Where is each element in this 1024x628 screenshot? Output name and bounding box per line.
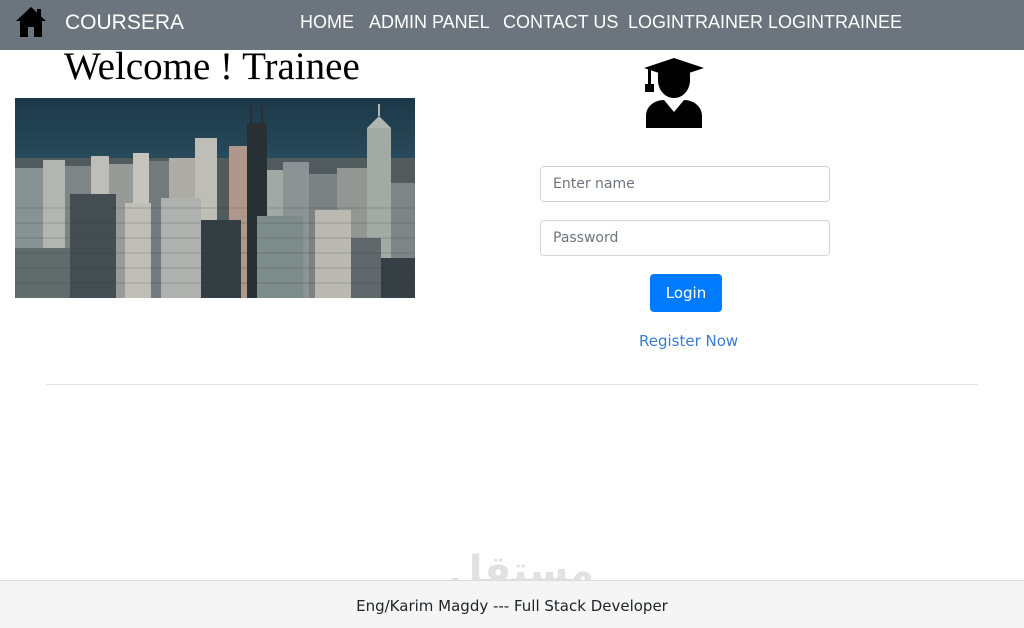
nav-home[interactable]: HOME [300,12,354,33]
footer: Eng/Karim Magdy --- Full Stack Developer [0,580,1024,628]
password-input[interactable] [540,220,830,256]
login-button[interactable]: Login [650,274,722,312]
nav-login-trainer[interactable]: LOGINTRAINER [628,12,763,33]
name-input[interactable] [540,166,830,202]
graduate-icon [644,58,704,128]
footer-credit: Eng/Karim Magdy --- Full Stack Developer [356,597,668,615]
home-icon[interactable] [15,5,47,39]
nav-login-trainee[interactable]: LOGINTRAINEE [768,12,902,33]
welcome-heading: Welcome ! Trainee [64,45,360,88]
brand-link[interactable]: COURSERA [65,11,184,35]
top-navbar: COURSERA HOME ADMIN PANEL CONTACT US LOG… [0,0,1024,50]
city-skyline-image [15,98,415,298]
register-now-link[interactable]: Register Now [639,332,738,350]
nav-admin-panel[interactable]: ADMIN PANEL [369,12,490,33]
divider [46,384,978,385]
nav-contact-us[interactable]: CONTACT US [503,12,618,33]
